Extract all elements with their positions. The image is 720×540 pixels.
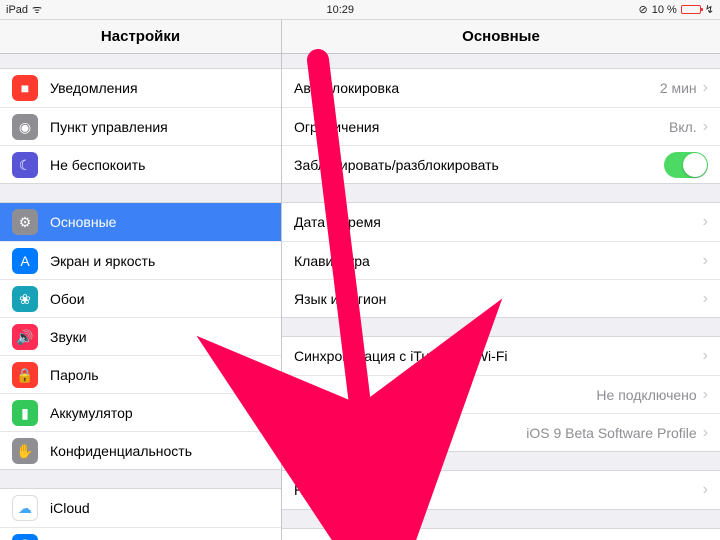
chevron-right-icon: ›	[703, 425, 708, 441]
sidebar-item-label: Конфиденциальность	[50, 443, 269, 459]
charging-icon: ↯	[705, 3, 714, 16]
clock: 10:29	[42, 4, 638, 16]
chevron-right-icon: ›	[703, 80, 708, 96]
toggle-switch[interactable]	[664, 152, 708, 178]
sidebar-item-passcode[interactable]: 🔒 Пароль	[0, 355, 281, 393]
detail-row[interactable]: Язык и регион›	[282, 279, 720, 317]
icloud-icon: ☁	[12, 495, 38, 521]
sidebar-item-label: Не беспокоить	[50, 157, 269, 173]
do-not-disturb-icon: ☾	[12, 152, 38, 178]
detail-row[interactable]: Синхронизация с iTunes по Wi-Fi›	[282, 337, 720, 375]
detail-row[interactable]: Заблокировать/разблокировать	[282, 145, 720, 183]
chevron-right-icon: ›	[703, 291, 708, 307]
detail-row[interactable]: Автоблокировка2 мин ›	[282, 69, 720, 107]
sidebar-item-label: Звуки	[50, 329, 269, 345]
detail-row-label: VPN	[294, 387, 596, 403]
sidebar-item-label: iCloud	[50, 500, 269, 516]
chevron-right-icon: ›	[703, 253, 708, 269]
wallpaper-icon: ❀	[12, 286, 38, 312]
sidebar[interactable]: ■ Уведомления ◉ Пункт управления ☾ Не беспоко…	[0, 54, 282, 540]
detail-row-label: Профиль	[294, 425, 526, 441]
sidebar-item-do-not-disturb[interactable]: ☾ Не беспокоить	[0, 145, 281, 183]
detail-row[interactable]: ПрофильiOS 9 Beta Software Profile ›	[282, 413, 720, 451]
chevron-right-icon: ›	[703, 214, 708, 230]
detail-row-value: Вкл.	[669, 119, 697, 135]
detail-row-value: 2 мин	[660, 80, 697, 96]
detail-row-value: iOS 9 Beta Software Profile	[526, 425, 696, 441]
detail-row[interactable]: VPNНе подключено ›	[282, 375, 720, 413]
status-bar: iPad ᯤ 10:29 ⊘ 10 % ↯	[0, 0, 720, 20]
sounds-icon: 🔊	[12, 324, 38, 350]
sidebar-item-privacy[interactable]: ✋ Конфиденциальность	[0, 431, 281, 469]
battery-icon	[681, 5, 701, 14]
detail-row-label: Клавиатура	[294, 253, 703, 269]
sidebar-item-label: Аккумулятор	[50, 405, 269, 421]
notifications-icon: ■	[12, 75, 38, 101]
detail-row-value: Не подключено	[596, 387, 696, 403]
detail-pane[interactable]: Автоблокировка2 мин › ОграниченияВкл. › Забл…	[282, 54, 720, 540]
sidebar-item-label: Уведомления	[50, 80, 269, 96]
battery-icon: ▮	[12, 400, 38, 426]
detail-row-label: Нормативы	[294, 482, 703, 498]
detail-row-label: Дата и время	[294, 214, 703, 230]
chevron-right-icon: ›	[703, 482, 708, 498]
sidebar-item-label: Основные	[50, 214, 269, 230]
sidebar-item-label: Обои	[50, 291, 269, 307]
rotation-lock-icon: ⊘	[638, 3, 647, 16]
detail-row-label: Ограничения	[294, 119, 669, 135]
detail-row[interactable]: Дата и время›	[282, 203, 720, 241]
sidebar-item-appstore[interactable]: ⒶApp Store, iTunes Store	[0, 527, 281, 540]
sidebar-item-notifications[interactable]: ■ Уведомления	[0, 69, 281, 107]
detail-row[interactable]: Нормативы›	[282, 471, 720, 509]
device-name: iPad	[6, 4, 28, 16]
sidebar-item-label: Пункт управления	[50, 119, 269, 135]
detail-row[interactable]: ОграниченияВкл. ›	[282, 107, 720, 145]
passcode-icon: 🔒	[12, 362, 38, 388]
header: Настройки Основные	[0, 20, 720, 54]
control-center-icon: ◉	[12, 114, 38, 140]
detail-row-label: Синхронизация с iTunes по Wi-Fi	[294, 348, 703, 364]
sidebar-item-battery[interactable]: ▮ Аккумулятор	[0, 393, 281, 431]
sidebar-title: Настройки	[0, 20, 282, 53]
appstore-icon: Ⓐ	[12, 534, 38, 540]
sidebar-item-display[interactable]: A Экран и яркость	[0, 241, 281, 279]
detail-title: Основные	[282, 20, 720, 53]
detail-row-label: Заблокировать/разблокировать	[294, 157, 664, 173]
chevron-right-icon: ›	[703, 348, 708, 364]
sidebar-item-wallpaper[interactable]: ❀ Обои	[0, 279, 281, 317]
sidebar-item-sounds[interactable]: 🔊 Звуки	[0, 317, 281, 355]
sidebar-item-control-center[interactable]: ◉ Пункт управления	[0, 107, 281, 145]
general-icon: ⚙	[12, 209, 38, 235]
privacy-icon: ✋	[12, 438, 38, 464]
detail-row-label: Автоблокировка	[294, 80, 660, 96]
detail-row[interactable]: Клавиатура›	[282, 241, 720, 279]
detail-row[interactable]: Сброс›	[282, 529, 720, 540]
chevron-right-icon: ›	[703, 119, 708, 135]
sidebar-item-general[interactable]: ⚙ Основные	[0, 203, 281, 241]
sidebar-item-label: Пароль	[50, 367, 269, 383]
sidebar-item-icloud[interactable]: ☁ iCloud	[0, 489, 281, 527]
detail-row-label: Язык и регион	[294, 291, 703, 307]
chevron-right-icon: ›	[703, 387, 708, 403]
wifi-icon: ᯤ	[32, 2, 42, 17]
display-icon: A	[12, 248, 38, 274]
sidebar-item-label: Экран и яркость	[50, 253, 269, 269]
battery-percent: 10 %	[652, 4, 677, 16]
